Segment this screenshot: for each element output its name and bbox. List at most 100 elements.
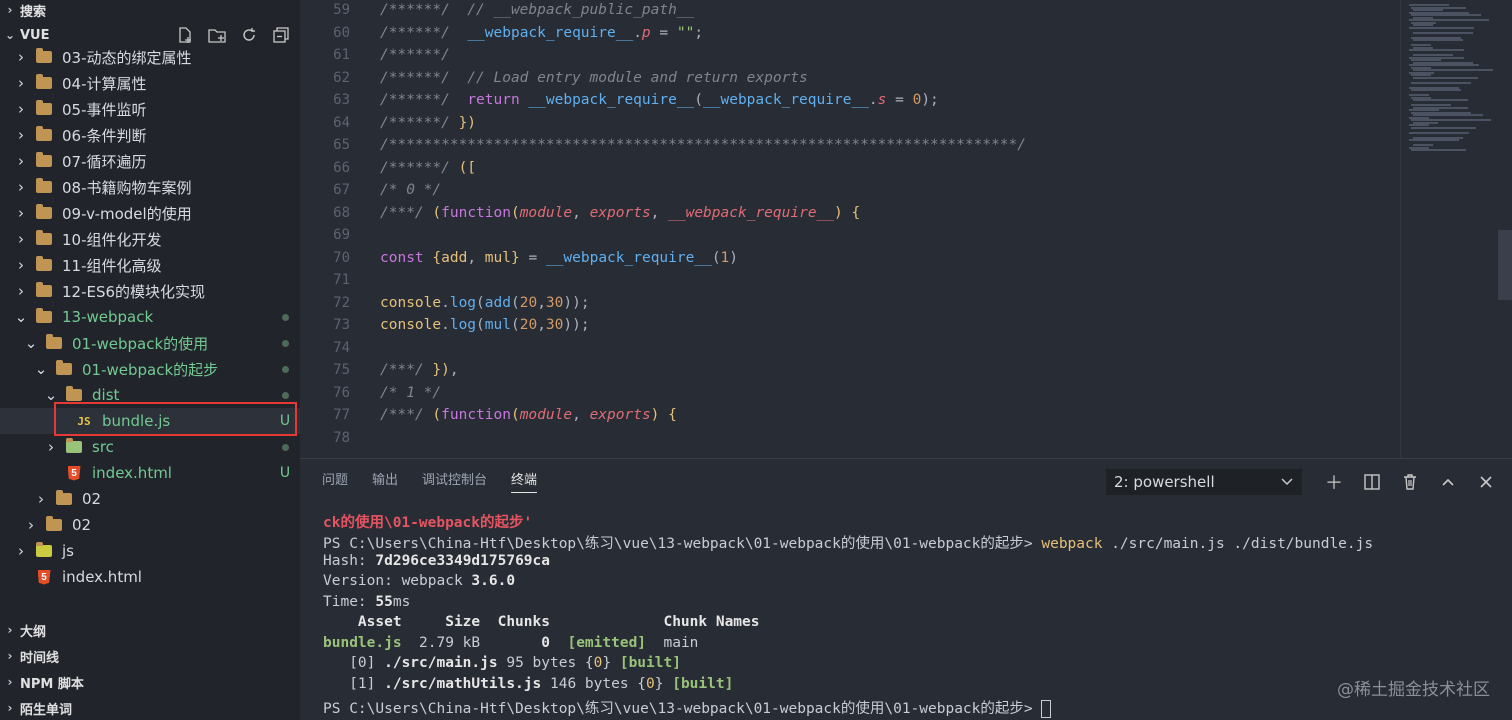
code-token: , [572,204,590,221]
tree-folder[interactable]: › 11-组件化高级 [0,252,300,278]
minimap[interactable] [1400,0,1500,458]
tree-folder[interactable]: › 04-计算属性 [0,70,300,96]
folder-icon [36,204,52,221]
code-token: module [519,407,573,423]
line-number: 72 [333,294,350,311]
code-token: ( [510,407,520,423]
terminal-line[interactable]: PS C:\Users\China-Htf\Desktop\练习\vue\13-… [323,697,1052,718]
terminal-text: main [646,635,699,651]
chevron-down-icon: ⌄ [4,28,16,42]
tab-output[interactable]: 输出 [372,469,398,493]
section-label: 陌生单词 [20,702,73,718]
tree-folder[interactable]: › 10-组件化开发 [0,226,300,252]
code-token: __webpack_require__ [703,92,869,108]
tree-folder[interactable]: › 05-事件监听 [0,96,300,122]
code-token: exports [589,204,651,221]
tree-folder-webpack-start[interactable]: ⌄ 01-webpack的起步 [0,356,300,382]
tree-folder-02[interactable]: › 02 [0,512,300,538]
terminal-version: 3.6.0 [471,573,516,589]
code-line: 62 /******/ // Load entry module and retu… [300,67,808,89]
editor-scrollbar[interactable] [1498,230,1512,300]
chevron-right-icon: › [7,649,13,663]
code-line: 63 /******/ return __webpack_require__(__… [300,89,939,111]
terminal-text: [0] [323,655,385,671]
code-token: . [441,294,450,311]
chevron-right-icon: › [38,490,44,508]
code-token: ( [510,294,520,311]
code-token: 30 [545,317,564,333]
code-editor[interactable]: 59 /******/ // __webpack_public_path__ 60 /… [300,0,1512,458]
search-section-label: 搜索 [20,4,47,20]
code-token: = [650,24,677,41]
code-token: { [851,204,861,221]
tree-file-index-html[interactable]: 5 index.html U [0,460,300,486]
line-number: 77 [333,407,350,423]
line-number: 59 [333,2,350,18]
tree-folder-js[interactable]: › js [0,538,300,564]
tree-label: 01-webpack的使用 [72,334,209,353]
terminal-chunk: 0 [646,676,655,692]
code-line: 64 /******/ }) [300,112,476,134]
chevron-right-icon: › [28,516,34,534]
tree-label: 07-循环遍历 [62,152,147,171]
tree-folder-webpack-use[interactable]: ⌄ 01-webpack的使用 [0,330,300,356]
watermark: @稀土掘金技术社区 [1337,680,1490,700]
panel-tabs: 问题 输出 调试控制台 终端 [322,469,538,493]
tab-debug-console[interactable]: 调试控制台 [422,469,487,493]
tree-folder[interactable]: › 03-动态的绑定属性 [0,44,300,70]
terminal-select[interactable]: 2: powershell [1106,469,1302,495]
tree-folder[interactable]: › 06-条件判断 [0,122,300,148]
tree-folder[interactable]: › 09-v-model的使用 [0,200,300,226]
sidebar-section-header[interactable]: › 大纲 [0,617,300,643]
folder-icon [36,126,52,143]
tab-terminal[interactable]: 终端 [511,469,538,493]
sidebar-section-header[interactable]: › 陌生单词 [0,695,300,720]
line-number: 64 [333,114,350,131]
js-folder-icon [36,542,52,559]
terminal-text: 95 bytes { [497,655,594,671]
split-icon[interactable] [1360,470,1384,494]
sidebar-section-header[interactable]: › 时间线 [0,643,300,669]
code-token: ( [432,407,442,423]
sidebar-section-header[interactable]: › NPM 脚本 [0,669,300,695]
tab-problems[interactable]: 问题 [322,469,348,493]
collapse-all-icon[interactable] [270,24,292,46]
tree-folder[interactable]: › 08-书籍购物车案例 [0,174,300,200]
plus-icon[interactable]: ＋ [1322,470,1346,494]
terminal-text: 146 bytes { [541,676,647,692]
folder-open-icon [36,308,52,325]
code-token: } [511,249,520,266]
tree-folder[interactable]: › 12-ES6的模块化实现 [0,278,300,304]
tree-label: 09-v-model的使用 [62,204,192,223]
minimap-line [1413,39,1463,41]
line-number: 74 [333,339,350,356]
tree-label: js [62,542,74,560]
search-section-header[interactable]: › 搜索 [0,0,300,23]
new-folder-icon[interactable] [206,24,228,46]
close-icon[interactable] [1474,470,1498,494]
tree-file-index-html-root[interactable]: 5 index.html [0,564,300,590]
code-line: 74 [300,337,380,359]
code-token: ) [650,407,660,423]
code-token: __webpack_require__ [545,249,712,266]
new-file-icon[interactable] [174,24,196,46]
code-line: 76 /* 1 */ [300,382,441,404]
section-label: 大纲 [20,624,47,640]
chevron-up-icon[interactable] [1436,470,1460,494]
code-token: log [449,294,477,311]
tree-folder[interactable]: › 07-循环遍历 [0,148,300,174]
tree-folder-13-webpack[interactable]: ⌄ 13-webpack [0,304,300,330]
line-number: 71 [333,272,350,288]
trash-icon[interactable] [1398,470,1422,494]
tree-folder-02[interactable]: › 02 [0,486,300,512]
code-token: exports [589,407,651,423]
tree-label: index.html [62,568,142,586]
tree-folder-src[interactable]: › src [0,434,300,460]
code-token: . [868,92,878,108]
folder-icon [56,490,72,507]
refresh-icon[interactable] [238,24,260,46]
code-line: 73 console. log(mul(20, 30)); [300,314,589,336]
tree-label: src [92,438,114,456]
terminal-hash: 7d296ce3349d175769ca [375,553,550,569]
